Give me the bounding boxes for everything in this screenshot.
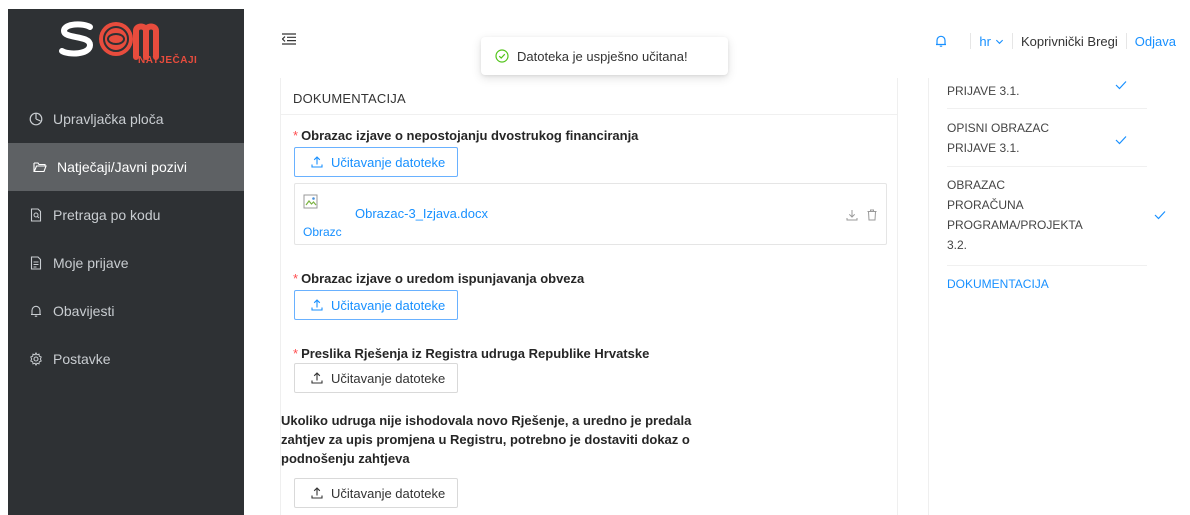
menu-fold-icon[interactable] xyxy=(281,32,296,45)
thumbnail-alt-text: Obrazc xyxy=(303,225,342,239)
upload-icon xyxy=(311,372,323,384)
step-item-obrazac-proracuna[interactable]: OBRAZAC PRORAČUNA PROGRAMA/PROJEKTA 3.2. xyxy=(947,175,1147,255)
divider xyxy=(281,114,897,115)
sidebar-item-natjecaji[interactable]: Natječaji/Javni pozivi xyxy=(8,143,244,191)
upload-button-registry[interactable]: Učitavanje datoteke xyxy=(294,363,459,393)
sidebar-menu: Upravljačka ploča Natječaji/Javni pozivi… xyxy=(8,95,244,383)
header-actions: hr Koprivnički Bregi Odjava xyxy=(934,33,1176,49)
steps-panel: PRIJAVE 3.1. OPISNI OBRAZAC PRIJAVE 3.1.… xyxy=(928,78,1190,515)
divider xyxy=(947,265,1147,266)
logo[interactable]: NATJEČAJI xyxy=(56,15,198,69)
sidebar-item-dashboard[interactable]: Upravljačka ploča xyxy=(8,95,244,143)
sidebar: NATJEČAJI Upravljačka ploča Natječaji/Ja… xyxy=(8,9,244,515)
success-toast: Datoteka je uspješno učitana! xyxy=(481,37,728,75)
broken-image-icon xyxy=(303,194,318,209)
section-title: DOKUMENTACIJA xyxy=(293,91,406,106)
file-text-icon xyxy=(29,256,43,270)
sidebar-item-label: Upravljačka ploča xyxy=(53,111,164,127)
gear-icon xyxy=(29,352,43,366)
upload-button-label: Učitavanje datoteke xyxy=(331,154,446,170)
bell-icon[interactable] xyxy=(934,34,948,48)
chevron-down-icon xyxy=(995,39,1004,44)
logout-link[interactable]: Odjava xyxy=(1135,34,1176,49)
required-asterisk: * xyxy=(293,346,299,361)
sidebar-item-label: Postavke xyxy=(53,351,111,367)
upload-button-obligations[interactable]: Učitavanje datoteke xyxy=(294,290,459,320)
step-item-prijave[interactable]: PRIJAVE 3.1. xyxy=(947,81,1147,101)
field-label-change-request: Ukoliko udruga nije ishodovala novo Rješ… xyxy=(281,411,761,468)
upload-button-change-request[interactable]: Učitavanje datoteke xyxy=(294,478,459,508)
step-label-line: OBRAZAC xyxy=(947,178,1006,192)
divider xyxy=(947,108,1147,109)
language-select[interactable]: hr xyxy=(979,34,1004,49)
logo-subtext: NATJEČAJI xyxy=(138,55,198,66)
step-label-line: PROGRAMA/PROJEKTA xyxy=(947,218,1083,232)
upload-icon xyxy=(311,487,323,499)
upload-button-label: Učitavanje datoteke xyxy=(331,370,446,386)
field-label-line: podnošenju zahtjeva xyxy=(281,451,410,466)
file-search-icon xyxy=(29,208,43,222)
folder-open-icon xyxy=(33,160,47,174)
check-icon xyxy=(1154,211,1166,220)
upload-button-label: Učitavanje datoteke xyxy=(331,297,446,313)
bell-icon xyxy=(29,304,43,318)
field-label-line: zahtjev za upis promjena u Registru, pot… xyxy=(281,432,690,447)
sidebar-item-pretraga[interactable]: Pretraga po kodu xyxy=(8,191,244,239)
field-label-text: Obrazac izjave o nepostojanju dvostrukog… xyxy=(301,128,639,143)
organization-name: Koprivnički Bregi xyxy=(1020,33,1118,49)
file-actions xyxy=(838,209,878,221)
field-label-text: Preslika Rješenja iz Registra udruga Rep… xyxy=(301,346,650,361)
check-circle-icon xyxy=(495,49,509,63)
sidebar-item-label: Obavijesti xyxy=(53,303,115,319)
header: Datoteka je uspješno učitana! hr Koprivn… xyxy=(244,9,1190,79)
documentation-form: DOKUMENTACIJA * Obrazac izjave o nepostoj… xyxy=(280,78,898,515)
sidebar-item-label: Pretraga po kodu xyxy=(53,207,161,223)
upload-icon xyxy=(311,156,323,168)
upload-button-label: Učitavanje datoteke xyxy=(331,485,446,501)
sidebar-item-label: Natječaji/Javni pozivi xyxy=(57,159,187,175)
sidebar-item-postavke[interactable]: Postavke xyxy=(8,335,244,383)
divider xyxy=(1011,33,1013,49)
step-item-dokumentacija[interactable]: DOKUMENTACIJA xyxy=(947,274,1147,294)
required-asterisk: * xyxy=(293,128,299,143)
sidebar-item-moje-prijave[interactable]: Moje prijave xyxy=(8,239,244,287)
sidebar-item-obavijesti[interactable]: Obavijesti xyxy=(8,287,244,335)
sidebar-item-label: Moje prijave xyxy=(53,255,129,271)
divider xyxy=(970,33,972,49)
divider xyxy=(947,166,1147,167)
field-label-obligations: * Obrazac izjave o uredom ispunjavanja ob… xyxy=(293,269,584,288)
step-label-line: PRORAČUNA xyxy=(947,198,1024,212)
delete-icon[interactable] xyxy=(866,209,878,221)
field-label-text: Obrazac izjave o uredom ispunjavanja obv… xyxy=(301,271,585,286)
step-label-line: PRIJAVE 3.1. xyxy=(947,84,1020,98)
required-asterisk: * xyxy=(293,271,299,286)
upload-button-double-financing[interactable]: Učitavanje datoteke xyxy=(294,147,459,177)
divider xyxy=(1125,33,1127,49)
uploaded-file-item: Obrazc Obrazac-3_Izjava.docx xyxy=(294,183,887,245)
check-icon xyxy=(1115,136,1127,145)
field-label-double-financing: * Obrazac izjave o nepostojanju dvostruko… xyxy=(293,126,638,145)
step-label-line: DOKUMENTACIJA xyxy=(947,277,1049,291)
field-label-line: Ukoliko udruga nije ishodovala novo Rješ… xyxy=(281,413,692,428)
download-icon[interactable] xyxy=(846,209,858,221)
language-value: hr xyxy=(979,33,991,49)
step-label-line: 3.2. xyxy=(947,238,968,252)
file-name-link[interactable]: Obrazac-3_Izjava.docx xyxy=(355,206,488,221)
toast-message: Datoteka je uspješno učitana! xyxy=(517,48,688,64)
upload-icon xyxy=(311,299,323,311)
dashboard-icon xyxy=(29,112,43,126)
field-label-registry: * Preslika Rješenja iz Registra udruga Re… xyxy=(293,344,649,363)
